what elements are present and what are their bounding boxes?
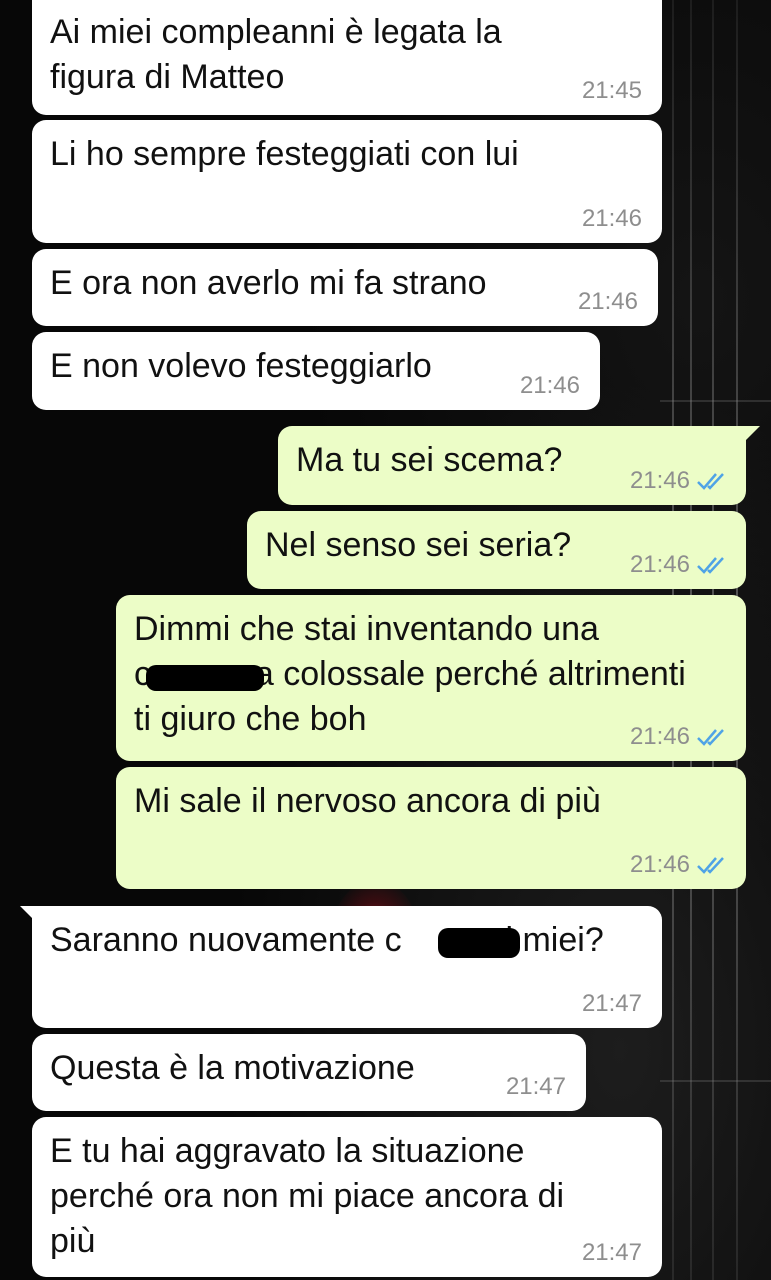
message-text: E non volevo festeggiarlo: [50, 347, 432, 385]
message-time: 21:47: [581, 990, 642, 1017]
message-text: E ora non averlo mi fa strano: [50, 264, 487, 302]
background-fret: [660, 1080, 771, 1082]
message-meta: 21:46: [630, 467, 726, 495]
message-time: 21:47: [505, 1073, 566, 1100]
message-bubble-outgoing[interactable]: Dimmi che stai inventando una c a coloss…: [116, 595, 746, 761]
message-meta: 21:46: [630, 851, 726, 879]
message-text: Ai miei compleanni è legata la figura di…: [50, 13, 502, 96]
bubble-tail: [20, 906, 36, 922]
message-bubble-incoming[interactable]: Questa è la motivazione 21:47: [32, 1034, 586, 1111]
message-meta: 21:46: [582, 205, 642, 233]
message-bubble-incoming[interactable]: E non volevo festeggiarlo 21:46: [32, 332, 600, 410]
message-bubble-outgoing[interactable]: Ma tu sei scema? 21:46: [278, 426, 760, 505]
redaction-mark: [438, 928, 520, 958]
message-bubble-incoming[interactable]: E tu hai aggravato la situazione perché …: [32, 1117, 662, 1277]
message-meta: 21:46: [630, 551, 726, 579]
double-check-read-icon: [697, 857, 724, 874]
message-text: Mi sale il nervoso ancora di più: [134, 782, 601, 820]
message-time: 21:46: [581, 205, 642, 232]
chat-area: Ai miei compleanni è legata la figura di…: [0, 0, 771, 1280]
message-meta: 21:47: [506, 1073, 566, 1101]
message-time: 21:46: [629, 723, 690, 750]
message-time: 21:46: [519, 372, 580, 399]
message-time: 21:46: [629, 551, 690, 578]
message-time: 21:46: [577, 288, 638, 315]
double-check-read-icon: [697, 729, 724, 746]
message-meta: 21:46: [578, 288, 638, 316]
message-bubble-outgoing[interactable]: Mi sale il nervoso ancora di più 21:46: [116, 767, 746, 889]
message-text: Questa è la motivazione: [50, 1049, 415, 1087]
message-time: 21:46: [629, 467, 690, 494]
message-time: 21:46: [629, 851, 690, 878]
bubble-tail: [744, 426, 760, 442]
background-fret: [660, 400, 771, 402]
message-meta: 21:47: [582, 990, 642, 1018]
double-check-read-icon: [697, 473, 724, 490]
message-bubble-incoming[interactable]: Li ho sempre festeggiati con lui 21:46: [32, 120, 662, 243]
message-time: 21:45: [581, 77, 642, 104]
message-bubble-incoming[interactable]: Saranno nuovamente c i miei? 21:47: [20, 906, 662, 1028]
message-text: E tu hai aggravato la situazione perché …: [50, 1132, 565, 1260]
message-meta: 21:45: [582, 77, 642, 105]
message-bubble-incoming[interactable]: E ora non averlo mi fa strano 21:46: [32, 249, 658, 326]
message-bubble-incoming[interactable]: Ai miei compleanni è legata la figura di…: [32, 0, 662, 115]
message-text: Saranno nuovamente c i miei?: [50, 921, 604, 959]
message-meta: 21:47: [582, 1239, 642, 1267]
message-meta: 21:46: [630, 723, 726, 751]
message-time: 21:47: [581, 1239, 642, 1266]
redaction-mark: [146, 665, 264, 691]
message-text: Li ho sempre festeggiati con lui: [50, 135, 519, 173]
message-meta: 21:46: [520, 372, 580, 400]
message-bubble-outgoing[interactable]: Nel senso sei seria? 21:46: [247, 511, 746, 589]
double-check-read-icon: [697, 557, 724, 574]
